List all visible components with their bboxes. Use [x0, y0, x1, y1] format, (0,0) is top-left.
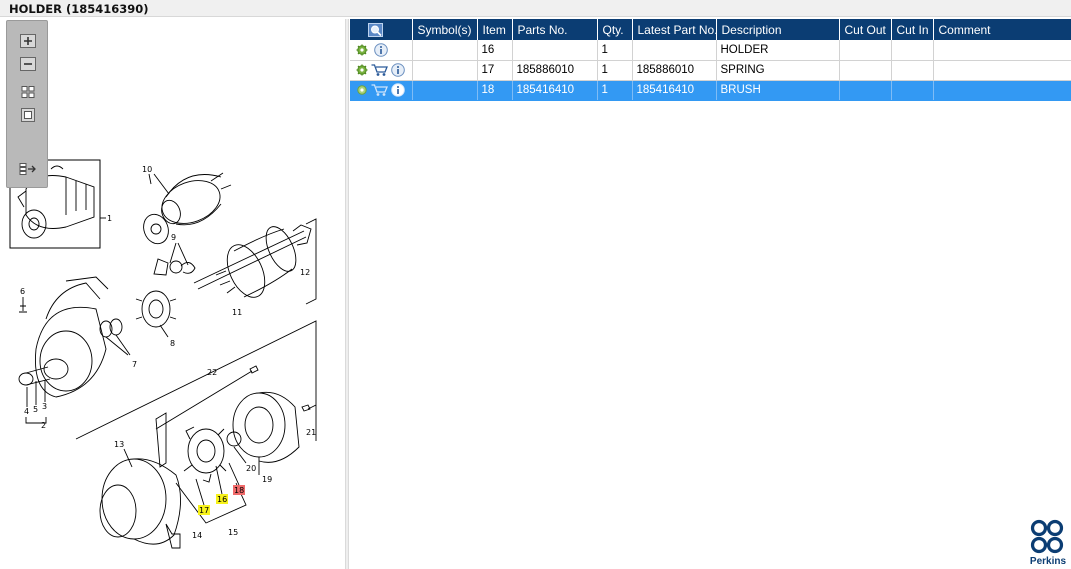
callout-4: 4 — [24, 407, 29, 416]
title-bar: HOLDER (185416390) — [0, 0, 1071, 17]
cell-comment — [933, 60, 1071, 81]
cell-cut-in — [891, 40, 934, 61]
column-header-search[interactable] — [350, 19, 413, 40]
fit-all-icon — [21, 86, 35, 98]
callout-20: 20 — [246, 464, 256, 473]
cell-parts-no: 185416410 — [512, 80, 598, 101]
callout-15: 15 — [228, 528, 238, 537]
table-header-row: Symbol(s) Item Parts No. Qty. Latest Par… — [350, 19, 1071, 40]
callout-3: 3 — [42, 402, 47, 411]
callout-5: 5 — [33, 405, 38, 414]
gear-icon[interactable] — [356, 84, 368, 96]
fit-window-button[interactable] — [19, 107, 37, 123]
cell-symbols — [412, 40, 478, 61]
cell-cut-out — [839, 60, 892, 81]
cell-latest-part-no: 185416410 — [632, 80, 717, 101]
table-row-selected[interactable]: 18 185416410 1 185416410 BRUSH — [350, 80, 1071, 101]
row-actions-cell — [350, 80, 413, 101]
cell-comment — [933, 80, 1071, 101]
column-header-item[interactable]: Item — [477, 19, 513, 40]
callout-7: 7 — [132, 360, 137, 369]
cell-qty: 1 — [597, 80, 633, 101]
cell-symbols — [412, 60, 478, 81]
table-row[interactable]: 16 1 HOLDER — [350, 40, 1071, 61]
callout-8: 8 — [170, 339, 175, 348]
cell-item: 17 — [477, 60, 513, 81]
cart-icon[interactable] — [371, 63, 388, 77]
column-header-symbols[interactable]: Symbol(s) — [412, 19, 478, 40]
column-header-comment[interactable]: Comment — [933, 19, 1071, 40]
perkins-logo: Perkins — [1026, 518, 1070, 568]
cell-parts-no: 185886010 — [512, 60, 598, 81]
callout-1: 1 — [107, 214, 112, 223]
callout-2: 2 — [41, 421, 46, 430]
cell-description: HOLDER — [716, 40, 840, 61]
info-icon[interactable] — [374, 42, 388, 57]
row-actions-cell — [350, 40, 413, 61]
row-actions-cell — [350, 60, 413, 81]
exploded-view-drawing[interactable]: 1 10 11 12 9 8 6 4 5 3 2 7 22 21 20 19 1… — [6, 19, 345, 569]
cell-description: SPRING — [716, 60, 840, 81]
parts-table: Symbol(s) Item Parts No. Qty. Latest Par… — [350, 19, 1071, 101]
callout-19: 19 — [262, 475, 272, 484]
cell-symbols — [412, 80, 478, 101]
column-header-latest-part-no[interactable]: Latest Part No. — [632, 19, 717, 40]
cell-description: BRUSH — [716, 80, 840, 101]
perkins-logo-mark — [1030, 519, 1064, 554]
zoom-out-icon — [20, 57, 36, 71]
cell-latest-part-no: 185886010 — [632, 60, 717, 81]
callout-9: 9 — [171, 233, 176, 242]
table-row[interactable]: 17 185886010 1 185886010 SPRING — [350, 60, 1071, 81]
cart-icon[interactable] — [371, 83, 388, 97]
fit-window-icon — [21, 108, 35, 122]
callout-11: 11 — [232, 308, 242, 317]
fit-all-button[interactable] — [19, 84, 37, 100]
callout-12: 12 — [300, 268, 310, 277]
column-header-parts-no[interactable]: Parts No. — [512, 19, 598, 40]
cell-item: 16 — [477, 40, 513, 61]
cell-latest-part-no — [632, 40, 717, 61]
gear-icon[interactable] — [356, 64, 368, 76]
zoom-in-button[interactable] — [19, 33, 37, 49]
cell-cut-in — [891, 80, 934, 101]
gear-icon[interactable] — [356, 44, 368, 56]
cell-cut-in — [891, 60, 934, 81]
callout-13: 13 — [114, 440, 124, 449]
export-icon — [19, 163, 36, 175]
info-icon[interactable] — [391, 83, 405, 97]
starter-motor-illustration: 1 10 11 12 9 8 6 4 5 3 2 7 22 21 20 19 1… — [9, 159, 317, 549]
cell-item: 18 — [477, 80, 513, 101]
info-icon[interactable] — [391, 63, 405, 77]
column-header-cut-in[interactable]: Cut In — [891, 19, 934, 40]
callout-10: 10 — [142, 165, 152, 174]
column-header-description[interactable]: Description — [716, 19, 840, 40]
callout-6: 6 — [20, 287, 25, 296]
parts-list-panel: Symbol(s) Item Parts No. Qty. Latest Par… — [350, 19, 1071, 569]
cell-parts-no — [512, 40, 598, 61]
cell-qty: 1 — [597, 40, 633, 61]
cell-cut-out — [839, 80, 892, 101]
callout-16: 16 — [217, 495, 227, 504]
zoom-out-button[interactable] — [19, 56, 37, 72]
panel-splitter[interactable] — [345, 19, 349, 569]
column-header-qty[interactable]: Qty. — [597, 19, 633, 40]
cell-cut-out — [839, 40, 892, 61]
callout-17: 17 — [199, 506, 209, 515]
callout-14: 14 — [192, 531, 202, 540]
zoom-in-icon — [20, 34, 36, 48]
cell-comment — [933, 40, 1071, 61]
window-title: HOLDER (185416390) — [9, 2, 149, 16]
column-header-cut-out[interactable]: Cut Out — [839, 19, 892, 40]
cell-qty: 1 — [597, 60, 633, 81]
search-parts-icon — [368, 22, 383, 37]
view-toolbar — [6, 20, 48, 188]
callout-21: 21 — [306, 428, 316, 437]
export-button[interactable] — [19, 161, 37, 177]
callout-22: 22 — [207, 368, 217, 377]
callout-18: 18 — [234, 486, 244, 495]
brand-name: Perkins — [1029, 556, 1067, 567]
